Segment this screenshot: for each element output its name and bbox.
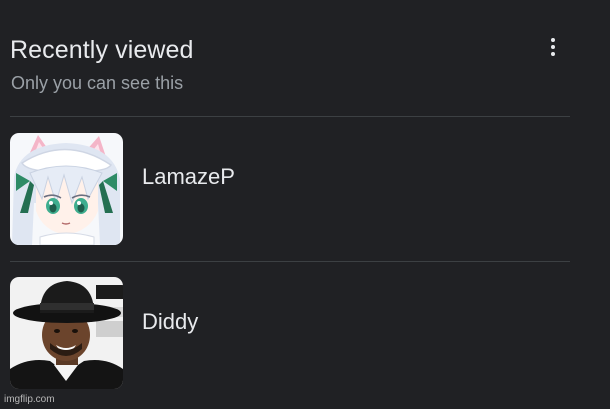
anime-girl-avatar (10, 133, 123, 245)
list-item[interactable]: Diddy (10, 277, 570, 389)
list-item[interactable]: LamazeP (10, 133, 570, 245)
divider (10, 116, 570, 117)
item-name: LamazeP (142, 164, 235, 189)
more-vertical-icon (551, 38, 555, 56)
panel-subtitle: Only you can see this (11, 73, 184, 93)
recently-viewed-panel: Recently viewed Only you can see this La… (0, 0, 610, 409)
panel-title: Recently viewed (10, 36, 194, 64)
more-options-button[interactable] (542, 34, 564, 60)
divider (10, 261, 570, 262)
man-in-hat-avatar (10, 277, 123, 389)
item-name: Diddy (142, 309, 199, 334)
imgflip-watermark: imgflip.com (4, 394, 55, 405)
